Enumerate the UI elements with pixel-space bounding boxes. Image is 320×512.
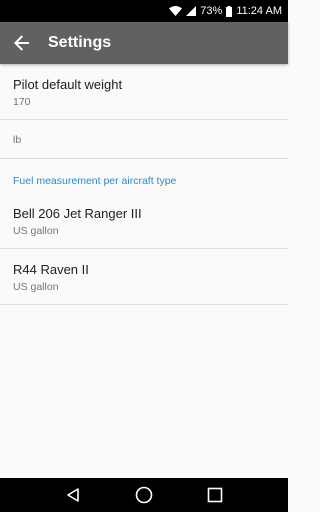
arrow-back-icon (14, 35, 29, 51)
status-bar: 73% 11:24 AM (0, 0, 288, 22)
pref-pilot-default-weight[interactable]: Pilot default weight 170 (0, 64, 288, 120)
pref-bell-206[interactable]: Bell 206 Jet Ranger III US gallon (0, 193, 288, 249)
back-button[interactable] (0, 22, 44, 64)
battery-percent: 73% (200, 5, 223, 17)
clock-time: 11:24 AM (236, 5, 282, 17)
page-title: Settings (48, 34, 112, 51)
pref-weight-unit[interactable]: lb (0, 120, 288, 159)
wifi-icon (169, 6, 183, 16)
nav-recents-button[interactable] (195, 478, 235, 512)
pref-title: R44 Raven II (13, 262, 89, 277)
settings-list: Pilot default weight 170 lb Fuel measure… (0, 64, 288, 305)
navigation-bar (0, 478, 288, 512)
pref-summary: 170 (13, 96, 31, 108)
pref-r44[interactable]: R44 Raven II US gallon (0, 249, 288, 305)
pref-summary: lb (13, 134, 22, 146)
pref-summary: US gallon (13, 225, 59, 237)
square-recents-icon (207, 487, 222, 503)
pref-title: Bell 206 Jet Ranger III (13, 206, 142, 221)
signal-icon (186, 6, 197, 16)
app-bar: Settings (0, 22, 288, 64)
nav-home-button[interactable] (124, 478, 164, 512)
pref-title: Pilot default weight (13, 77, 123, 92)
circle-home-icon (135, 486, 153, 504)
category-fuel-measurement: Fuel measurement per aircraft type (13, 175, 177, 187)
battery-icon (226, 5, 233, 17)
triangle-back-icon (67, 488, 80, 502)
nav-back-button[interactable] (53, 478, 93, 512)
pref-summary: US gallon (13, 281, 59, 293)
